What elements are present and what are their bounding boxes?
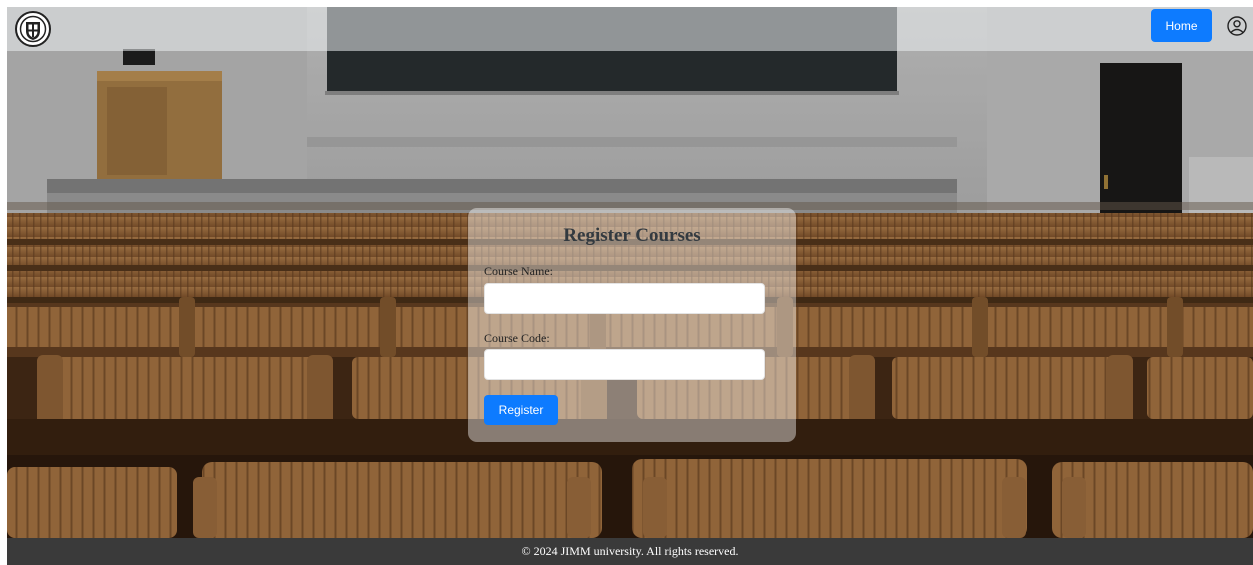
footer: © 2024 JIMM university. All rights reser… (7, 538, 1253, 565)
navbar: Home (7, 7, 1253, 51)
course-name-input[interactable] (484, 283, 765, 314)
register-button[interactable]: Register (484, 395, 558, 425)
register-course-card: Register Courses Course Name: Course Cod… (468, 208, 796, 442)
copyright-text: © 2024 JIMM university. All rights reser… (521, 544, 739, 558)
course-name-label: Course Name: (484, 264, 553, 278)
course-code-input[interactable] (484, 349, 765, 380)
page: Home Register Courses Course Name: Cours… (7, 7, 1253, 565)
university-seal-icon[interactable] (13, 9, 53, 49)
user-circle-icon[interactable] (1226, 15, 1248, 37)
form-title: Register Courses (563, 225, 701, 246)
home-button[interactable]: Home (1151, 9, 1212, 42)
course-code-label: Course Code: (484, 331, 550, 345)
